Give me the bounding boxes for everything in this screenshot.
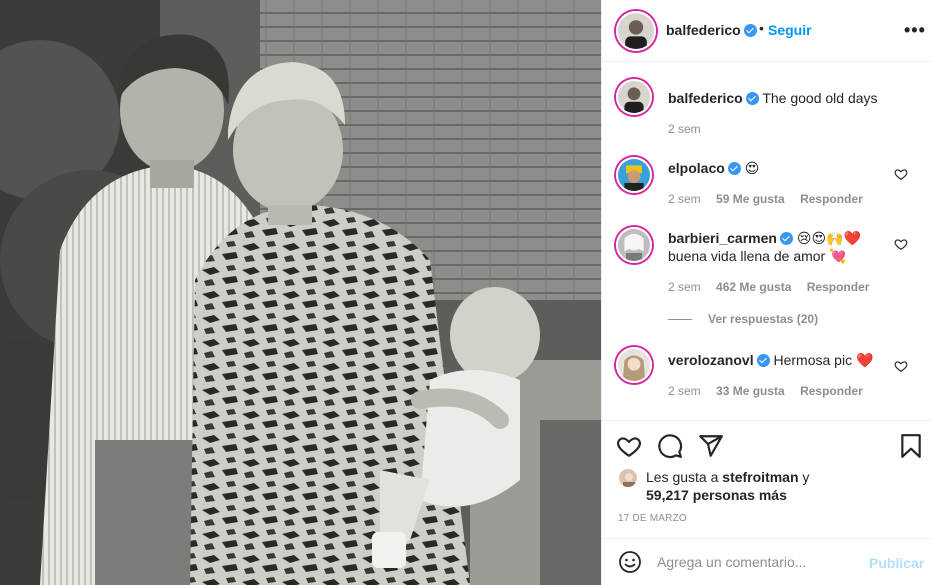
comment-text: 😢😍🙌❤️ [796, 230, 861, 246]
view-replies-label[interactable]: Ver respuestas (20) [708, 312, 818, 326]
comment-meta: 2 sem 33 Me gusta Responder [668, 384, 875, 398]
instagram-post: balfederico • Seguir ••• balfederico The… [0, 0, 932, 585]
comment-likes[interactable]: 33 Me gusta [716, 384, 785, 398]
verified-icon [745, 92, 759, 105]
heart-icon[interactable] [894, 359, 908, 373]
avatar[interactable] [618, 468, 638, 488]
comment-text: 😍 [744, 160, 760, 176]
comment-time[interactable]: 2 sem [668, 280, 701, 294]
publish-button[interactable]: Publicar [869, 555, 924, 571]
reply-button[interactable]: Responder [807, 280, 870, 294]
separator-dot: • [759, 20, 764, 36]
heart-icon[interactable] [894, 167, 908, 181]
comments-list[interactable]: balfederico The good old days 2 sem elpo… [602, 63, 932, 419]
reply-button[interactable]: Responder [800, 192, 863, 206]
replies-divider [668, 318, 692, 320]
comment-input[interactable] [657, 551, 863, 573]
post-date[interactable]: 17 DE MARZO [618, 513, 687, 524]
comment-text: Hermosa pic ❤️ [773, 352, 874, 368]
avatar[interactable] [616, 79, 652, 115]
likes-line1: Les gusta a stefroitman y [646, 468, 809, 486]
comment-meta: 2 sem 462 Me gusta Responder [668, 280, 881, 294]
likes-count[interactable]: 59,217 personas más [646, 486, 787, 504]
follow-button[interactable]: Seguir [768, 22, 812, 38]
comment-icon[interactable] [657, 433, 683, 459]
header-username[interactable]: balfederico [666, 22, 757, 38]
comment-time[interactable]: 2 sem [668, 192, 701, 206]
post-sidebar: balfederico • Seguir ••• balfederico The… [601, 0, 932, 585]
comment-username[interactable]: elpolaco [668, 160, 725, 176]
verified-icon [727, 162, 741, 175]
comment-body: elpolaco 😍 [668, 159, 888, 177]
comment-time[interactable]: 2 sem [668, 384, 701, 398]
verified-icon [743, 24, 757, 37]
likes-prefix: Les gusta a [646, 469, 723, 485]
comment-username[interactable]: verolozanovl [668, 352, 754, 368]
caption-meta: 2 sem [668, 122, 713, 136]
caption-text: The good old days [762, 90, 878, 106]
post-header: balfederico • Seguir ••• [602, 0, 932, 62]
comment-body: barbieri_carmen 😢😍🙌❤️ buena vida llena d… [668, 229, 888, 265]
view-replies-button[interactable]: Ver respuestas (20) [668, 312, 818, 326]
comment-likes[interactable]: 59 Me gusta [716, 192, 785, 206]
post-photo[interactable] [0, 0, 601, 585]
heart-icon[interactable] [894, 237, 908, 251]
caption-body: balfederico The good old days [668, 89, 888, 107]
comment-text-line2: buena vida llena de amor 💘 [668, 248, 847, 264]
likes-user[interactable]: stefroitman [722, 469, 798, 485]
family-photo-illustration [0, 0, 601, 585]
caption-username[interactable]: balfederico [668, 90, 743, 106]
bookmark-icon[interactable] [898, 433, 924, 459]
reply-button[interactable]: Responder [800, 384, 863, 398]
avatar[interactable] [616, 157, 652, 193]
caption-time[interactable]: 2 sem [668, 122, 701, 136]
emoji-icon[interactable] [618, 550, 642, 574]
comment-body: verolozanovl Hermosa pic ❤️ [668, 351, 888, 369]
comment-composer: Publicar [602, 538, 932, 585]
more-icon[interactable]: ••• [904, 20, 926, 41]
share-icon[interactable] [698, 433, 724, 459]
username-text[interactable]: balfederico [666, 22, 741, 38]
comment-meta: 2 sem 59 Me gusta Responder [668, 192, 875, 206]
verified-icon [779, 232, 793, 245]
avatar[interactable] [616, 347, 652, 383]
post-actions: Les gusta a stefroitman y 59,217 persona… [602, 420, 932, 540]
heart-icon[interactable] [616, 433, 642, 459]
comment-username[interactable]: barbieri_carmen [668, 230, 777, 246]
comment-likes[interactable]: 462 Me gusta [716, 280, 791, 294]
likes-suffix: y [798, 469, 810, 485]
avatar[interactable] [616, 227, 652, 263]
avatar[interactable] [616, 11, 656, 51]
verified-icon [756, 354, 770, 367]
